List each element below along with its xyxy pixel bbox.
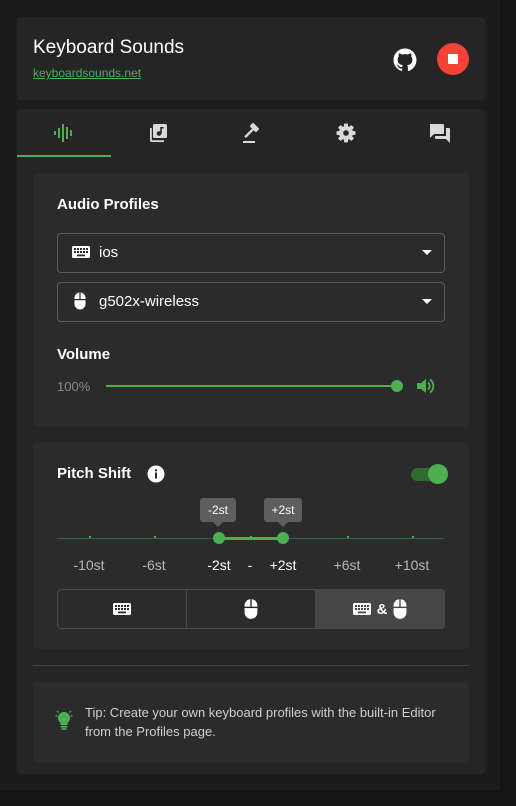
toggle-thumb (428, 464, 448, 484)
lightbulb-icon (55, 710, 73, 730)
keyboard-profile-value: ios (99, 244, 119, 261)
pitch-shift-panel: Pitch Shift -2st +2st -10st -6st -2st - … (33, 443, 469, 649)
keyboard-icon (72, 246, 90, 258)
tip-panel: Tip: Create your own keyboard profiles w… (33, 682, 469, 762)
section-divider (33, 665, 469, 666)
website-link[interactable]: keyboardsounds.net (33, 66, 141, 80)
chevron-down-icon (422, 250, 432, 255)
main-card: Audio Profiles ios g502x-wireless Volume… (17, 109, 485, 774)
tab-library[interactable] (111, 109, 205, 157)
pitch-low-tooltip: -2st (200, 498, 236, 527)
scope-mouse-button[interactable] (187, 590, 316, 628)
stop-button[interactable] (437, 43, 469, 75)
pitch-high-tooltip: +2st (264, 498, 302, 527)
mouse-icon (244, 598, 258, 619)
tip-text: Tip: Create your own keyboard profiles w… (85, 705, 436, 739)
volume-slider[interactable] (106, 385, 397, 387)
volume-slider-thumb[interactable] (391, 380, 403, 392)
slider-tick (154, 536, 156, 538)
slider-tick (347, 536, 349, 538)
github-icon (393, 48, 417, 72)
gavel-icon (243, 122, 260, 143)
tab-settings[interactable] (299, 109, 393, 157)
chat-icon (430, 124, 450, 143)
info-icon[interactable] (147, 465, 165, 483)
stop-icon (448, 54, 458, 64)
music-library-icon (150, 124, 167, 142)
header: Keyboard Sounds keyboardsounds.net (17, 17, 485, 100)
slider-tick (412, 536, 414, 538)
slider-tick (89, 536, 91, 538)
pitch-scope-toggle-group: & (57, 589, 445, 629)
chevron-down-icon (422, 299, 432, 304)
keyboard-icon (352, 603, 371, 615)
app-title: Keyboard Sounds (33, 37, 185, 58)
keyboard-icon (113, 603, 131, 615)
pitch-low-thumb[interactable] (213, 532, 225, 544)
app-window: Keyboard Sounds keyboardsounds.net Audio… (0, 0, 500, 790)
pitch-mark: +2st (269, 557, 297, 573)
pitch-mark: +6st (333, 557, 361, 573)
mouse-profile-value: g502x-wireless (99, 293, 200, 310)
tab-audio[interactable] (17, 109, 111, 157)
audio-profiles-panel: Audio Profiles ios g502x-wireless Volume… (33, 173, 469, 427)
mouse-icon (393, 598, 408, 619)
scope-both-ampersand: & (376, 600, 388, 618)
waveform-icon (54, 124, 72, 142)
tab-rules[interactable] (205, 109, 299, 157)
gear-icon (336, 123, 356, 143)
slider-tick (250, 536, 252, 538)
scope-both-button[interactable]: & (316, 590, 444, 628)
pitch-mark: +10st (394, 557, 430, 573)
mouse-profile-select[interactable]: g502x-wireless (57, 282, 445, 322)
keyboard-profile-select[interactable]: ios (57, 233, 445, 273)
volume-title: Volume (57, 346, 111, 363)
pitch-high-thumb[interactable] (277, 532, 289, 544)
pitch-mark: -6st (142, 557, 166, 573)
tab-selected-indicator (17, 155, 111, 157)
github-button[interactable] (392, 47, 418, 73)
tab-bar (17, 109, 485, 157)
audio-profiles-title: Audio Profiles (57, 196, 159, 213)
volume-value: 100% (57, 379, 91, 394)
pitch-shift-title: Pitch Shift (57, 465, 132, 482)
pitch-shift-toggle[interactable] (409, 464, 449, 484)
mouse-icon (74, 292, 86, 310)
tab-feedback[interactable] (393, 109, 487, 157)
scope-keyboard-button[interactable] (58, 590, 187, 628)
pitch-mark: -10st (73, 557, 105, 573)
speaker-icon[interactable] (415, 376, 435, 396)
